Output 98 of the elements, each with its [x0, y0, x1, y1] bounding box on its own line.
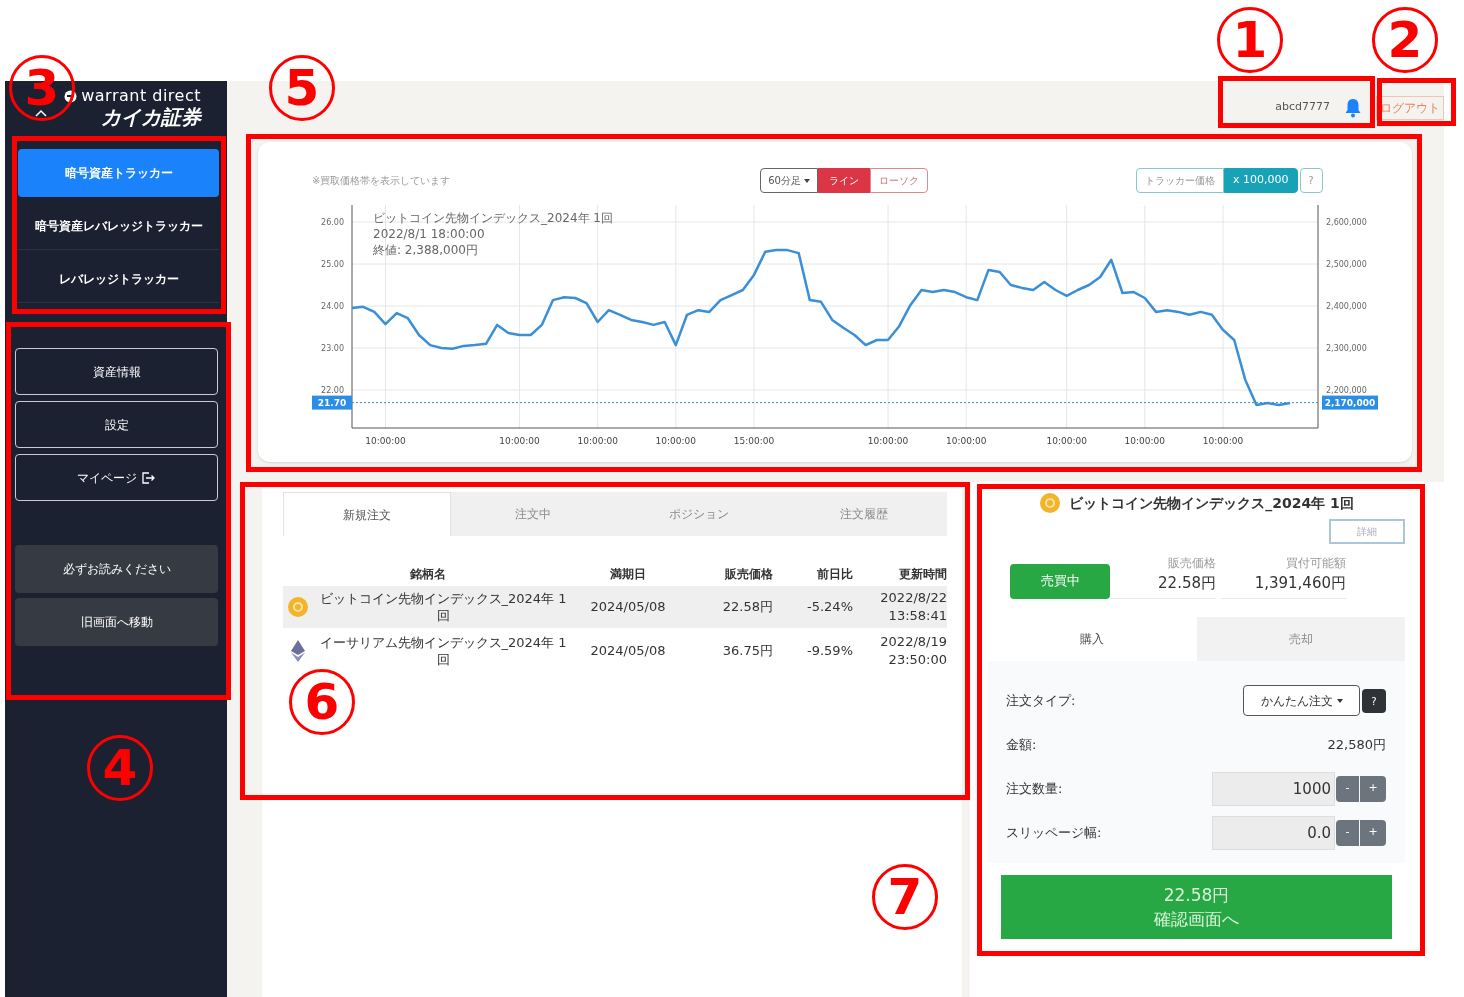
axis-tick-label: 23.00 [321, 344, 344, 353]
tab[interactable]: 注文履歴 [781, 492, 947, 536]
annotation-number: 6 [289, 669, 355, 735]
coin-icon [287, 596, 309, 618]
status-button[interactable]: 売買中 [1010, 563, 1110, 599]
tab[interactable]: ポジション [616, 492, 782, 536]
stat-value: 1,391,460円 [1254, 573, 1346, 594]
logo-icon [64, 89, 78, 103]
axis-tick-label: 24.00 [321, 302, 344, 311]
caret-icon [1336, 698, 1343, 703]
tooltip-text: 終値: 2,388,000円 [373, 243, 478, 257]
annotation-number: 5 [269, 55, 335, 121]
axis-tick-label: 25.00 [321, 260, 344, 269]
axis-tick-label: 10:00:00 [577, 436, 618, 446]
stat-label: 販売価格 [1168, 555, 1216, 572]
price-marker: 2,170,000 [1322, 395, 1378, 410]
plus-button[interactable]: + [1360, 775, 1386, 802]
price-mode-toggle[interactable]: トラッカー価格 [1136, 168, 1224, 193]
column-header: 銘柄名 [409, 566, 447, 583]
axis-tick-label: 15:00:00 [733, 436, 775, 446]
axis-tick-label: 2,500,000 [1326, 260, 1367, 269]
stat-value: 22.58円 [1158, 573, 1216, 594]
axis-tick-label: 2,200,000 [1326, 386, 1367, 395]
diamond-icon [291, 640, 305, 662]
table-cell-text: 2022/8/19 23:50:00 [879, 633, 947, 669]
number-field[interactable]: 0.0 [1212, 815, 1335, 850]
order-type-dropdown[interactable]: かんたん注文 [1243, 685, 1360, 716]
sidebar-button[interactable]: 資産情報 [15, 348, 218, 395]
axis-tick-label: 22.00 [321, 386, 344, 395]
column-header: 前日比 [816, 566, 853, 583]
table-cell-text: 2024/05/08 [589, 642, 667, 661]
amount-value: 22,580円 [1327, 735, 1386, 754]
price-mode-toggle[interactable]: x 100,000 [1224, 168, 1298, 193]
axis-tick-label: 2,600,000 [1326, 218, 1367, 227]
help-button[interactable]: ? [1299, 168, 1323, 193]
table-cell-text: 22.58円 [721, 598, 773, 617]
detail-button[interactable]: 詳細 [1329, 519, 1405, 544]
axis-tick-label: 10:00:00 [365, 436, 406, 446]
axis-tick-label: 10:00:00 [867, 436, 909, 446]
axis-tick-label: 10:00:00 [499, 436, 540, 446]
annotation-number: 7 [872, 864, 938, 930]
number-field[interactable]: 1000 [1212, 771, 1335, 806]
axis-tick-label: 26.00 [321, 218, 344, 227]
tab[interactable]: 注文中 [450, 492, 616, 536]
table-cell-text: 2022/8/22 13:58:41 [879, 589, 947, 625]
sidebar-button[interactable]: 設定 [15, 401, 218, 448]
coin-icon [1039, 492, 1062, 514]
annotation-number: 1 [1217, 7, 1283, 73]
stat-label: 買付可能額 [1286, 555, 1346, 572]
axis-tick-label: 2,400,000 [1326, 302, 1367, 311]
minus-button[interactable]: - [1336, 819, 1359, 846]
axis-tick-label: 10:00:00 [1124, 436, 1166, 446]
confirm-button[interactable]: 22.58円 確認画面へ [1001, 874, 1392, 939]
sidebar-button[interactable]: 旧画面へ移動 [15, 598, 218, 646]
annotation-number: 4 [87, 735, 153, 801]
username: abcd7777 [1275, 99, 1330, 116]
instrument-title: ビットコイン先物インデックス_2024年 1回 [1069, 493, 1354, 514]
axis-tick-label: 10:00:00 [655, 436, 697, 446]
minus-button[interactable]: - [1336, 775, 1359, 802]
axis-tick-label: 10:00:00 [1046, 436, 1087, 446]
logout-link[interactable]: ログアウト [1376, 95, 1444, 120]
sidebar-button[interactable]: 必ずお読みください [15, 545, 218, 593]
field-label: 注文数量: [1006, 779, 1063, 798]
reference-line-label: 21.70 [317, 398, 347, 409]
axis-tick-label: 10:00:00 [945, 436, 987, 446]
table-cell-text: 36.75円 [721, 642, 773, 661]
table-cell-text: ビットコイン先物インデックス_2024年 1回 [318, 590, 568, 624]
table-cell-text: -9.59% [806, 642, 853, 661]
tooltip-text: 2022/8/1 18:00:00 [373, 227, 485, 241]
sidebar-button[interactable]: マイページ [15, 454, 218, 501]
column-header: 満期日 [609, 566, 647, 583]
table-cell-text: -5.24% [806, 598, 853, 617]
exit-icon [142, 471, 156, 484]
table-cell-text: イーサリアム先物インデックス_2024年 1回 [318, 634, 568, 668]
sidebar-item[interactable]: 暗号資産トラッカー [18, 149, 219, 197]
table-cell-text: 2024/05/08 [589, 598, 667, 617]
chart-style-toggle[interactable]: ローソク [870, 168, 928, 193]
axis-tick-label: 10:00:00 [1202, 436, 1244, 446]
column-header: 販売価格 [724, 566, 773, 583]
annotation-number: 2 [1372, 7, 1438, 73]
column-header: 更新時間 [898, 566, 947, 583]
help-button[interactable]: ? [1362, 689, 1386, 713]
company-name: カイカ証券 [101, 105, 201, 129]
field-label: 金額: [1006, 735, 1037, 754]
field-label: スリッページ幅: [1006, 823, 1102, 842]
chart-style-toggle[interactable]: ライン [818, 168, 870, 193]
table-row[interactable]: イーサリアム先物インデックス_2024年 1回 2024/05/08 36.75円 -9.59% 2022/8/19 23:50:00 [283, 630, 947, 672]
table-row[interactable]: ビットコイン先物インデックス_2024年 1回 2024/05/08 22.58円 -5.24% 2022/8/22 13:58:41 [283, 586, 947, 628]
tooltip-text: ビットコイン先物インデックス_2024年 1回 [373, 211, 613, 225]
field-label: 注文タイプ: [1006, 691, 1076, 710]
tab[interactable]: 新規注文 [283, 492, 451, 536]
axis-tick-label: 2,300,000 [1326, 344, 1367, 353]
caret-icon [803, 178, 810, 183]
bell-icon [1344, 97, 1362, 118]
brand-name: warrant direct [81, 87, 201, 105]
chart-note: ※買取価格帯を表示しています [312, 174, 452, 188]
plus-button[interactable]: + [1360, 819, 1386, 846]
tab[interactable]: 売却 [1196, 616, 1405, 661]
